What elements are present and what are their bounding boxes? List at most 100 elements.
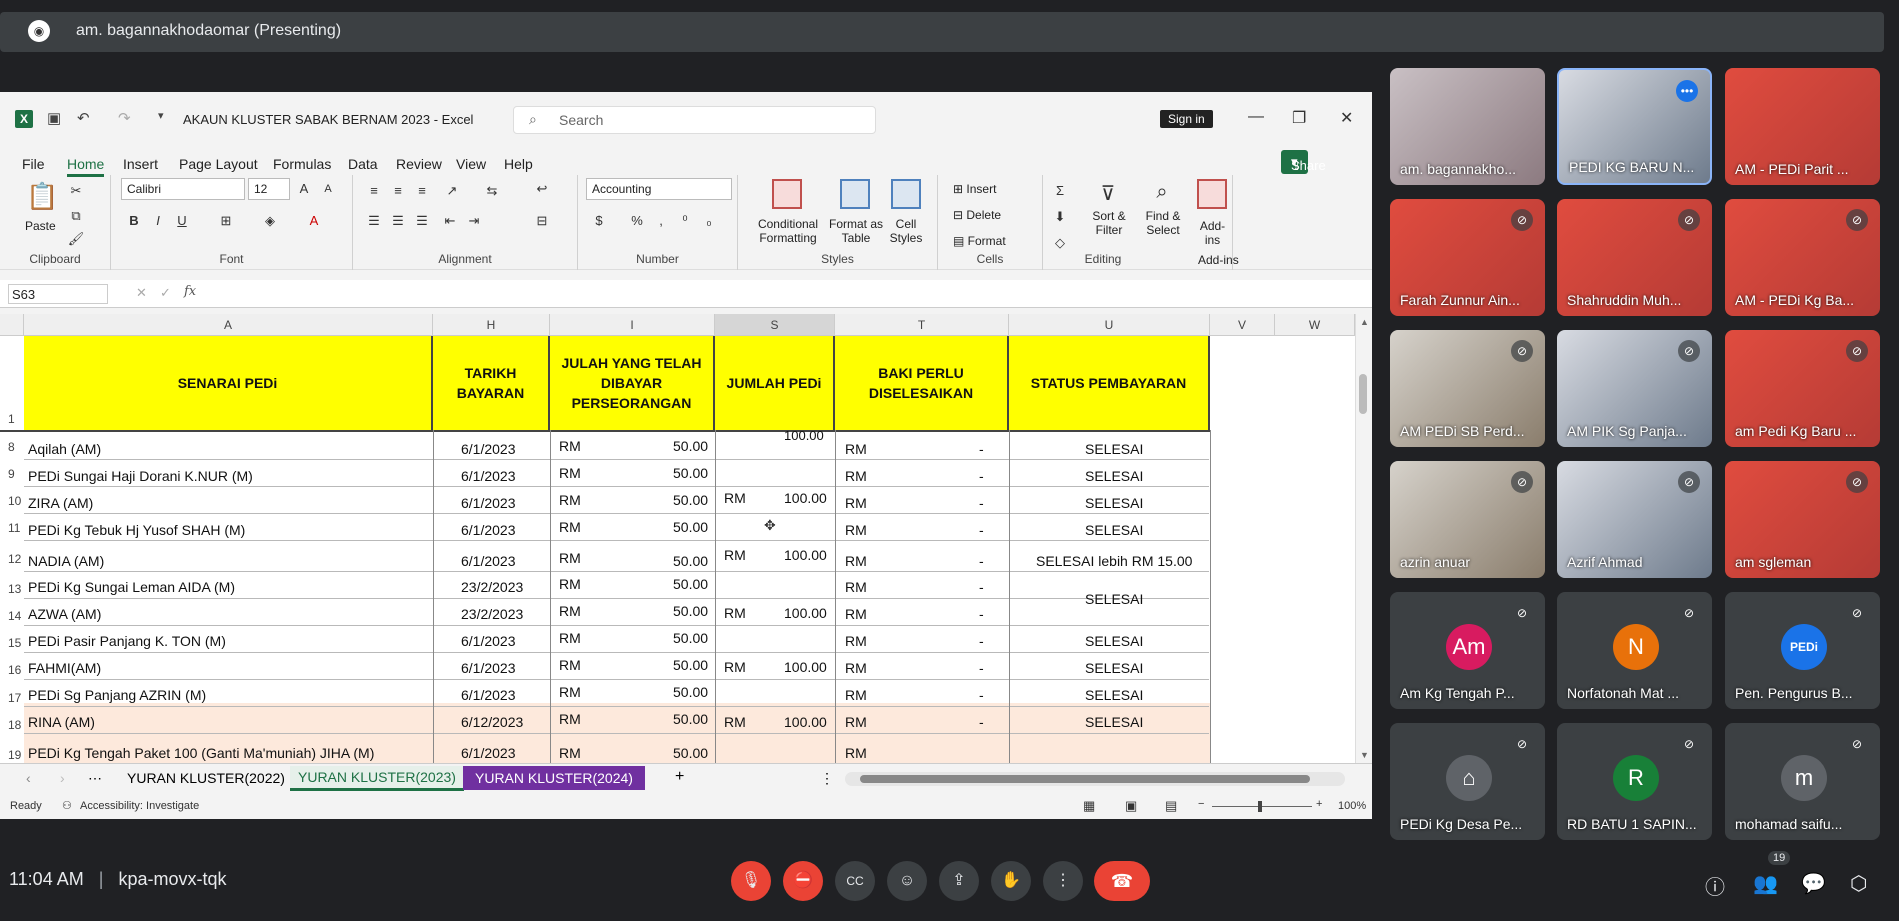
cell-styles-icon[interactable] [891, 179, 921, 209]
align-middle-icon[interactable]: ≡ [389, 183, 407, 199]
cell-baki[interactable]: - [979, 579, 984, 595]
minimize-icon[interactable]: — [1248, 108, 1264, 126]
cell-name[interactable]: NADIA (AM) [28, 553, 104, 569]
cell-status[interactable]: SELESAI [1085, 660, 1143, 676]
cell-rm[interactable]: RM [559, 711, 581, 727]
fill-icon[interactable]: ⬇ [1051, 209, 1069, 225]
cell-amount[interactable]: 50.00 [673, 519, 708, 535]
cell-baki[interactable]: - [979, 714, 984, 730]
camera-toggle-button[interactable]: ⛔ [783, 861, 823, 901]
cell-baki[interactable]: - [979, 522, 984, 538]
row-number[interactable]: 12 [0, 552, 24, 566]
search-box[interactable]: ⌕ Search [513, 106, 876, 134]
cell-amount[interactable]: 50.00 [673, 684, 708, 700]
row-number[interactable]: 19 [0, 748, 24, 762]
more-sheets-icon[interactable]: ⋯ [88, 770, 102, 787]
jumlah-partial[interactable]: 100.00 [784, 428, 824, 443]
cell-baki-rm[interactable]: RM [845, 714, 867, 730]
cell-baki-rm[interactable]: RM [845, 579, 867, 595]
cell-name[interactable]: RINA (AM) [28, 714, 95, 730]
participant-tile[interactable]: ⊘ AM - PEDi Kg Ba... [1725, 199, 1880, 316]
chat-icon[interactable]: 💬 [1801, 871, 1826, 896]
header-status[interactable]: STATUS PEMBAYARAN [1009, 336, 1210, 430]
people-icon[interactable]: 👥 [1753, 871, 1778, 896]
fill-color-icon[interactable]: ◈ [261, 213, 279, 229]
header-tarikh-bayaran[interactable]: TARIKH BAYARAN [433, 336, 550, 430]
tab-formulas[interactable]: Formulas [273, 156, 331, 172]
cell-date[interactable]: 6/1/2023 [461, 745, 516, 761]
tab-home[interactable]: Home [67, 156, 105, 177]
font-size-select[interactable]: 12 [248, 178, 290, 200]
cell-date[interactable]: 6/1/2023 [461, 468, 516, 484]
cell-name[interactable]: AZWA (AM) [28, 606, 101, 622]
header-jumlah-dibayar[interactable]: JULAH YANG TELAH DIBAYAR PERSEORANGAN [550, 336, 715, 430]
tab-insert[interactable]: Insert [123, 156, 158, 172]
cell-baki[interactable]: - [979, 553, 984, 569]
cell-baki[interactable]: - [979, 660, 984, 676]
number-format-select[interactable]: Accounting [586, 178, 732, 200]
align-right-icon[interactable]: ☰ [413, 213, 431, 229]
save-icon[interactable]: ▣ [47, 109, 61, 127]
column-header-a[interactable]: A [24, 314, 433, 336]
cell-name[interactable]: PEDi Kg Tengah Paket 100 (Ganti Ma'munia… [28, 745, 374, 761]
cell-amount[interactable]: 50.00 [673, 553, 708, 569]
sign-in-button[interactable]: Sign in [1160, 110, 1213, 128]
cell-amount[interactable]: 50.00 [673, 711, 708, 727]
leave-call-button[interactable]: ☎ [1094, 861, 1150, 901]
column-header-h[interactable]: H [433, 314, 550, 336]
cell-rm[interactable]: RM [559, 550, 581, 566]
wrap-text-icon[interactable]: ↩ [533, 181, 551, 197]
shrink-font-icon[interactable]: A [319, 183, 337, 199]
comma-icon[interactable]: , [652, 213, 670, 229]
column-header-t[interactable]: T [835, 314, 1009, 336]
cell-date[interactable]: 6/1/2023 [461, 660, 516, 676]
find-select-label[interactable]: Find & Select [1141, 209, 1185, 237]
cell-rm[interactable]: RM [559, 630, 581, 646]
orientation-icon[interactable]: ↗ [443, 183, 461, 199]
align-center-icon[interactable]: ☰ [389, 213, 407, 229]
sheet-tab-2022[interactable]: YURAN KLUSTER(2022) [127, 770, 285, 786]
add-ins-icon[interactable] [1197, 179, 1227, 209]
cell-status[interactable]: SELESAI [1085, 441, 1143, 457]
cell-rm[interactable]: RM [559, 492, 581, 508]
cell-name[interactable]: ZIRA (AM) [28, 495, 93, 511]
cell-name[interactable]: PEDi Sg Panjang AZRIN (M) [28, 687, 206, 703]
vertical-scrollbar[interactable]: ▲ ▼ [1355, 314, 1372, 763]
align-left-icon[interactable]: ☰ [365, 213, 383, 229]
more-options-icon[interactable]: ••• [1676, 80, 1698, 102]
select-all-corner[interactable] [0, 314, 24, 336]
merge-center-icon[interactable]: ⊟ [533, 213, 551, 229]
cell-baki-rm[interactable]: RM [845, 745, 867, 761]
horizontal-scroll-thumb[interactable] [860, 775, 1310, 783]
font-name-select[interactable]: Calibri [121, 178, 245, 200]
scroll-down-icon[interactable]: ▼ [1360, 750, 1369, 760]
raise-hand-button[interactable]: ✋ [991, 861, 1031, 901]
underline-icon[interactable]: U [173, 213, 191, 229]
restore-icon[interactable]: ❐ [1292, 108, 1306, 128]
next-sheet-icon[interactable]: › [60, 770, 65, 786]
participant-tile[interactable]: ⊘ am sgleman [1725, 461, 1880, 578]
function-icon[interactable]: fx [184, 284, 196, 299]
cell-name[interactable]: PEDi Kg Tebuk Hj Yusof SHAH (M) [28, 522, 245, 538]
cell-name[interactable]: PEDi Sungai Haji Dorani K.NUR (M) [28, 468, 253, 484]
tab-file[interactable]: File [22, 156, 45, 172]
undo-icon[interactable]: ↶ [77, 109, 90, 127]
cell-baki[interactable]: - [979, 606, 984, 622]
cell-date[interactable]: 6/1/2023 [461, 687, 516, 703]
cell-baki-rm[interactable]: RM [845, 633, 867, 649]
participant-tile[interactable]: ⊘ am Pedi Kg Baru ... [1725, 330, 1880, 447]
close-icon[interactable]: ✕ [1340, 108, 1353, 128]
more-options-button[interactable]: ⋮ [1043, 861, 1083, 901]
cell-baki-rm[interactable]: RM [845, 441, 867, 457]
cell-rm[interactable]: RM [559, 438, 581, 454]
cancel-formula-icon[interactable]: ✕ [136, 285, 147, 301]
cell-rm[interactable]: RM [559, 519, 581, 535]
column-header-v[interactable]: V [1210, 314, 1275, 336]
cell-name[interactable]: PEDi Kg Sungai Leman AIDA (M) [28, 579, 235, 595]
insert-cells-button[interactable]: ⊞ Insert [953, 182, 996, 196]
participant-tile[interactable]: ⊘ m mohamad saifu... [1725, 723, 1880, 840]
tab-data[interactable]: Data [348, 156, 378, 172]
column-header-s[interactable]: S [715, 314, 835, 336]
participant-tile[interactable]: ⊘ AM PEDi SB Perd... [1390, 330, 1545, 447]
prev-sheet-icon[interactable]: ‹ [26, 770, 31, 786]
